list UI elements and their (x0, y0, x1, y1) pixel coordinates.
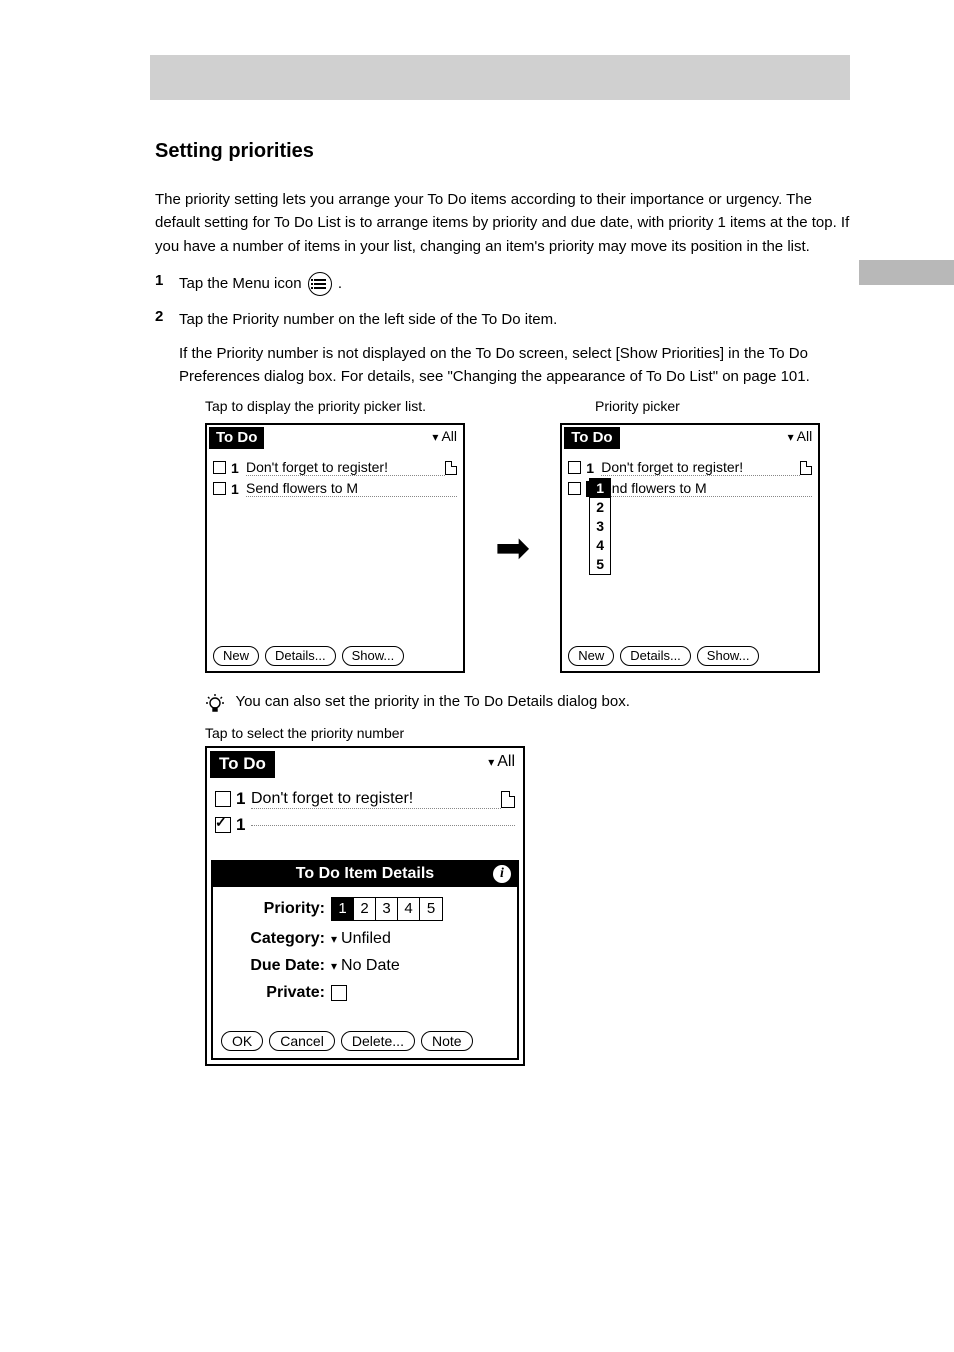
note-icon[interactable] (445, 461, 457, 475)
tip-icon (205, 693, 225, 715)
delete-button[interactable]: Delete... (341, 1031, 415, 1051)
priority-option-5[interactable]: 5 (590, 555, 610, 574)
side-tab (859, 260, 954, 285)
checkbox-icon[interactable] (213, 461, 226, 474)
category-row: Category: Unfiled (223, 930, 507, 948)
todo-list: 1 Don't forget to register! 1 Send flowe… (213, 457, 457, 499)
note-button[interactable]: Note (421, 1031, 473, 1051)
checkbox-icon[interactable] (568, 461, 581, 474)
caption-tap-priority: Tap to select the priority number (205, 725, 855, 741)
header-bar (150, 55, 850, 100)
duedate-row: Due Date: No Date (223, 957, 507, 975)
checkbox-icon[interactable] (213, 482, 226, 495)
ok-button[interactable]: OK (221, 1031, 263, 1051)
todo-screen-right: To Do All 1 Don't forget to register! 1 … (560, 423, 820, 673)
new-button[interactable]: New (213, 646, 259, 666)
category-value[interactable]: Unfiled (331, 930, 391, 948)
list-item[interactable]: 1 Don't forget to register! (215, 786, 515, 812)
item-text[interactable]: Send flowers to M (246, 480, 457, 497)
step-text-a: Tap the Menu icon (179, 275, 306, 292)
info-icon[interactable]: i (493, 865, 511, 883)
tip-text: You can also set the priority in the To … (235, 693, 629, 710)
screenshot-row: To Do All 1 Don't forget to register! 1 … (205, 423, 855, 673)
new-button[interactable]: New (568, 646, 614, 666)
details-button[interactable]: Details... (265, 646, 336, 666)
todo-details-screen: To Do All 1 Don't forget to register! 1 … (205, 746, 525, 1066)
category-dropdown[interactable]: All (432, 428, 457, 444)
checkbox-icon[interactable] (568, 482, 581, 495)
item-text[interactable]: end flowers to M (604, 480, 812, 497)
priority-4[interactable]: 4 (398, 898, 420, 920)
priority-2[interactable]: 2 (354, 898, 376, 920)
step-1: 1 Tap the Menu icon . (155, 272, 855, 296)
item-text[interactable]: Don't forget to register! (601, 459, 800, 476)
intro-paragraph: The priority setting lets you arrange yo… (155, 188, 855, 258)
category-dropdown[interactable]: All (788, 428, 813, 444)
category-label: Category: (223, 930, 325, 948)
menu-icon (308, 272, 332, 296)
cancel-button[interactable]: Cancel (269, 1031, 335, 1051)
note-icon[interactable] (800, 461, 812, 475)
button-bar: New Details... Show... (568, 646, 759, 666)
item-text-empty[interactable] (251, 825, 515, 826)
page-content: Setting priorities The priority setting … (155, 140, 855, 1066)
priority-number[interactable]: 1 (236, 815, 246, 835)
dialog-buttons: OK Cancel Delete... Note (221, 1031, 473, 1051)
caption-priority-picker: Priority picker (595, 398, 855, 414)
category-dropdown[interactable]: All (488, 753, 515, 771)
priority-popup[interactable]: 1 2 3 4 5 (589, 478, 611, 575)
priority-3[interactable]: 3 (376, 898, 398, 920)
list-item[interactable]: 1 Don't forget to register! (213, 457, 457, 478)
list-item[interactable]: 1 Don't forget to register! (568, 457, 812, 478)
priority-option-2[interactable]: 2 (590, 498, 610, 517)
priority-1[interactable]: 1 (332, 898, 354, 920)
dialog-body: Priority: 1 2 3 4 5 Category: Unfiled Du… (213, 887, 517, 1002)
private-checkbox[interactable] (331, 985, 347, 1001)
note-icon[interactable] (501, 791, 515, 808)
priority-row: Priority: 1 2 3 4 5 (223, 897, 507, 921)
show-button[interactable]: Show... (342, 646, 405, 666)
note-paragraph: If the Priority number is not displayed … (179, 343, 855, 388)
priority-label: Priority: (223, 900, 325, 918)
dialog-title-text: To Do Item Details (296, 865, 434, 882)
priority-number[interactable]: 1 (236, 789, 246, 809)
dialog-title: To Do Item Details i (213, 862, 517, 887)
priority-number[interactable]: 1 (231, 460, 241, 476)
arrow-icon: ➡ (495, 527, 530, 569)
app-title: To Do (564, 427, 619, 449)
priority-selector[interactable]: 1 2 3 4 5 (331, 897, 443, 921)
section-heading: Setting priorities (155, 140, 855, 163)
priority-option-4[interactable]: 4 (590, 536, 610, 555)
caption-priority-picker-list: Tap to display the priority picker list. (205, 398, 465, 414)
step-text: Tap the Priority number on the left side… (179, 308, 557, 331)
list-item[interactable]: 1 (215, 812, 515, 838)
priority-number[interactable]: 1 (231, 481, 241, 497)
private-label: Private: (223, 984, 325, 1002)
item-text[interactable]: Don't forget to register! (246, 459, 445, 476)
button-bar: New Details... Show... (213, 646, 404, 666)
private-row: Private: (223, 984, 507, 1002)
details-button[interactable]: Details... (620, 646, 691, 666)
step-text: Tap the Menu icon . (179, 272, 342, 296)
step-2: 2 Tap the Priority number on the left si… (155, 308, 855, 331)
show-button[interactable]: Show... (697, 646, 760, 666)
details-dialog: To Do Item Details i Priority: 1 2 3 4 5… (211, 860, 519, 1060)
duedate-label: Due Date: (223, 957, 325, 975)
step-number: 2 (155, 308, 179, 331)
checkbox-checked-icon[interactable] (215, 817, 231, 833)
app-title: To Do (210, 751, 275, 778)
app-title: To Do (209, 427, 264, 449)
priority-number[interactable]: 1 (586, 460, 596, 476)
item-text[interactable]: Don't forget to register! (251, 790, 501, 809)
priority-5[interactable]: 5 (420, 898, 442, 920)
priority-option-3[interactable]: 3 (590, 517, 610, 536)
duedate-value[interactable]: No Date (331, 957, 400, 975)
step-text-b: . (338, 275, 342, 292)
list-item[interactable]: 1 Send flowers to M (213, 478, 457, 499)
todo-list: 1 Don't forget to register! 1 (215, 786, 515, 838)
step-number: 1 (155, 272, 179, 296)
checkbox-icon[interactable] (215, 791, 231, 807)
todo-screen-left: To Do All 1 Don't forget to register! 1 … (205, 423, 465, 673)
priority-option-1[interactable]: 1 (590, 479, 610, 498)
